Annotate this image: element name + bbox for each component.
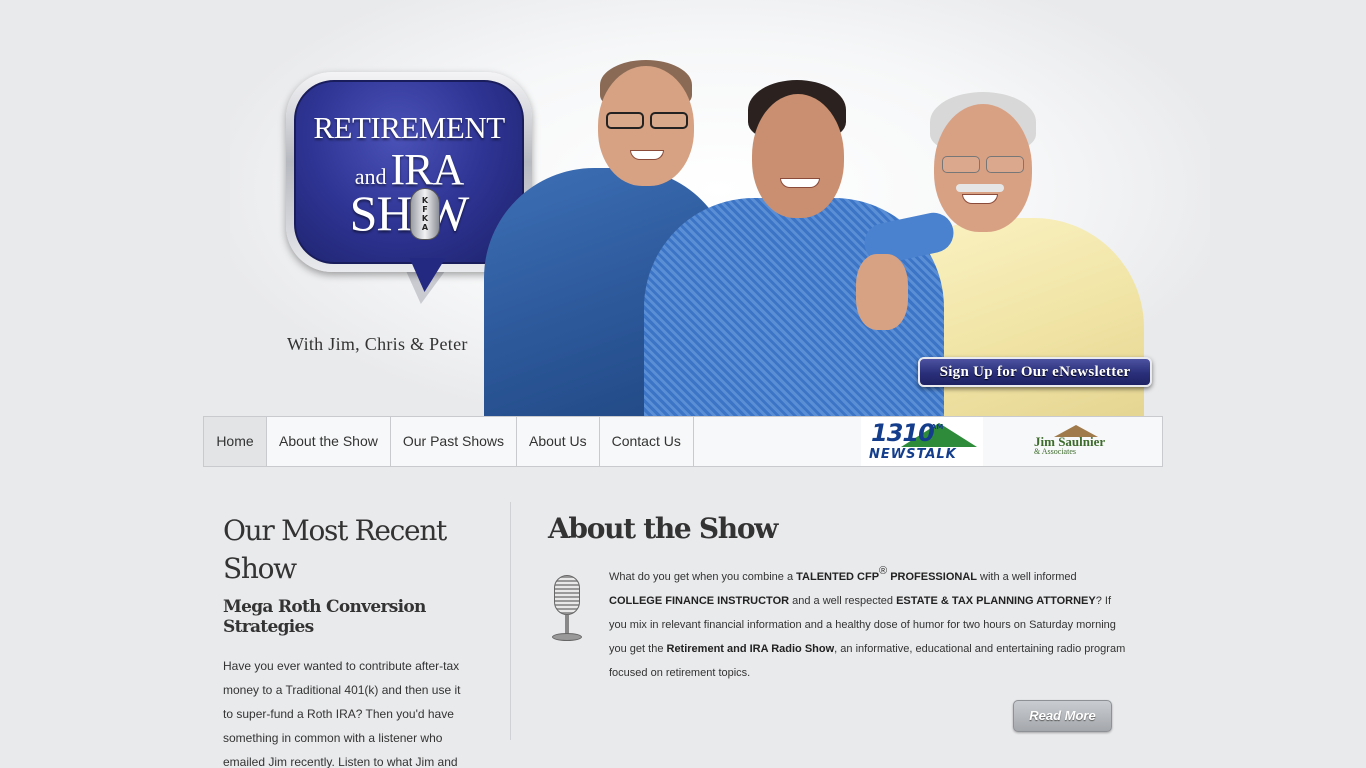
recent-show-section: Our Most Recent Show Mega Roth Conversio… <box>223 512 493 768</box>
logo-mic-letter: A <box>421 223 429 232</box>
recent-episode-description: Have you ever wanted to contribute after… <box>223 659 461 768</box>
about-text-part: and a well respected <box>789 595 897 607</box>
nav-menu: Home About the Show Our Past Shows About… <box>204 417 694 466</box>
sponsor-1310-am: AM <box>931 423 944 431</box>
about-highlight-show-name: Retirement and IRA Radio Show <box>666 643 835 655</box>
sponsor-1310-number: 1310 <box>871 419 935 447</box>
about-show-heading: About the Show <box>548 512 778 545</box>
column-divider <box>510 502 511 740</box>
sponsor-jim-saulnier-logo[interactable]: Jim Saulnier & Associates <box>1030 421 1126 463</box>
sponsor-1310-label: NEWSTALK <box>869 447 957 462</box>
nav-about-the-show[interactable]: About the Show <box>267 417 391 466</box>
nav-home[interactable]: Home <box>204 417 267 466</box>
host-tagline: With Jim, Chris & Peter <box>287 334 468 354</box>
newsletter-signup-button[interactable]: Sign Up for Our eNewsletter <box>918 357 1152 387</box>
about-highlight-instructor: COLLEGE FINANCE INSTRUCTOR <box>609 595 790 607</box>
logo-mic-letter: K <box>421 214 429 223</box>
read-more-button[interactable]: Read More <box>1013 700 1112 732</box>
about-highlight-attorney: ESTATE & TAX PLANNING ATTORNEY <box>896 595 1096 607</box>
about-show-text: What do you get when you combine a TALEN… <box>549 565 1129 685</box>
about-text-part: What do you get when you combine a <box>609 571 797 583</box>
nav-past-shows[interactable]: Our Past Shows <box>391 417 518 466</box>
nav-contact-us[interactable]: Contact Us <box>600 417 694 466</box>
nav-about-us[interactable]: About Us <box>517 417 600 466</box>
main-nav: Home About the Show Our Past Shows About… <box>203 416 1163 467</box>
logo-microphone-icon: K F K A <box>410 188 440 240</box>
recent-episode-title[interactable]: Mega Roth Conversion Strategies <box>223 597 493 637</box>
logo-mic-letter: K <box>421 196 429 205</box>
about-highlight-cfp: TALENTED CFP <box>796 571 880 583</box>
sponsor-1310-newstalk-logo[interactable]: 1310 AM NEWSTALK <box>861 417 983 466</box>
registered-mark: ® <box>879 565 888 577</box>
sponsor-jim-sub: & Associates <box>1034 447 1076 456</box>
about-highlight-professional: PROFESSIONAL <box>887 571 977 583</box>
recent-show-heading: Our Most Recent Show <box>223 514 447 585</box>
about-text-part: with a well informed <box>976 571 1077 583</box>
logo-mic-letter: F <box>422 205 428 214</box>
